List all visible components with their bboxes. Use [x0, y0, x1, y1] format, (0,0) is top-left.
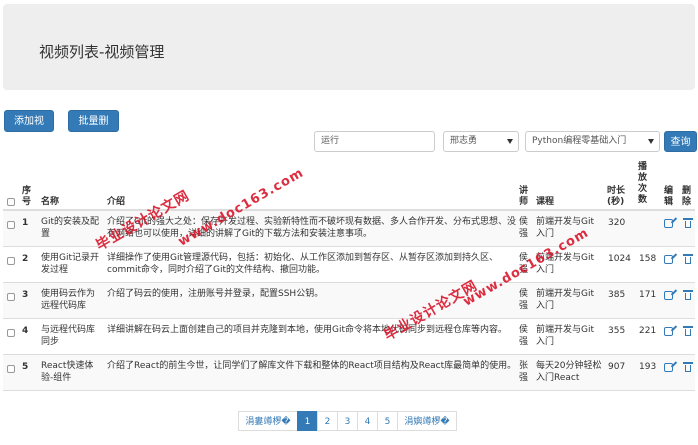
search-input[interactable]: 运行 — [314, 131, 435, 152]
page-2-button[interactable]: 2 — [317, 411, 338, 431]
row-name: 使用码云作为远程代码库 — [41, 289, 96, 311]
table-row: 4 与远程代码库同步 详细讲解在码云上面创建自己的项目并克隆到本地，使用Git命… — [3, 319, 695, 355]
row-duration: 320 — [608, 218, 626, 228]
row-intro: 介绍了Git的强大之处：保存开发过程、实验新特性而不破坏现有数据、多人合作开发、… — [107, 217, 517, 239]
row-plays: 171 — [639, 290, 657, 300]
row-teacher: 侯强 — [519, 289, 529, 311]
prev-page-button[interactable]: 涓婁竴椤� — [238, 411, 298, 431]
header-seq: 序号 — [22, 186, 32, 207]
row-intro: 介绍了React的前生今世，让同学们了解库文件下载和整体的React项目结构及R… — [107, 361, 517, 371]
row-checkbox[interactable] — [7, 365, 15, 373]
query-button[interactable]: 查询 — [664, 131, 697, 152]
header-edit: 编辑 — [664, 186, 674, 207]
table-row: 5 React快速体验-组件 介绍了React的前生今世，让同学们了解库文件下载… — [3, 355, 695, 391]
search-input-value: 运行 — [321, 136, 340, 146]
header-panel: 视频列表-视频管理 — [3, 4, 695, 90]
row-checkbox[interactable] — [7, 329, 15, 337]
add-video-button[interactable]: 添加视频 — [4, 110, 54, 149]
trash-icon[interactable] — [683, 290, 693, 300]
page-4-button[interactable]: 4 — [357, 411, 378, 431]
row-name: 与远程代码库同步 — [41, 325, 96, 347]
header-teacher: 讲师 — [519, 186, 529, 207]
edit-icon[interactable] — [664, 255, 673, 264]
trash-icon[interactable] — [683, 218, 693, 228]
row-intro: 详细讲解在码云上面创建自己的项目并克隆到本地，使用Git命令将本地代码同步到远程… — [107, 325, 508, 335]
row-plays: 221 — [639, 326, 657, 336]
header-delete: 删除 — [682, 186, 692, 207]
row-teacher: 侯强 — [519, 217, 529, 239]
row-plays: 193 — [639, 362, 657, 372]
row-seq: 2 — [22, 254, 29, 264]
row-checkbox[interactable] — [7, 293, 15, 301]
row-seq: 3 — [22, 290, 29, 300]
row-duration: 355 — [608, 326, 626, 336]
page-3-button[interactable]: 3 — [337, 411, 358, 431]
row-seq: 4 — [22, 326, 29, 336]
header-name: 名称 — [41, 197, 60, 207]
trash-icon[interactable] — [683, 362, 693, 372]
course-select-value: Python编程零基础入门 — [532, 136, 627, 146]
page-5-button[interactable]: 5 — [377, 411, 398, 431]
header-course: 课程 — [536, 197, 555, 207]
batch-delete-button[interactable]: 批量删除 — [68, 110, 119, 149]
trash-icon[interactable] — [683, 326, 693, 336]
header-intro: 介绍 — [107, 197, 126, 207]
next-page-button[interactable]: 涓嬩竴椤� — [397, 411, 457, 431]
course-select[interactable]: Python编程零基础入门 — [525, 131, 660, 152]
teacher-select[interactable]: 邢志勇 — [443, 131, 519, 152]
edit-icon[interactable] — [664, 327, 673, 336]
edit-icon[interactable] — [664, 363, 673, 372]
row-teacher: 张强 — [519, 361, 529, 383]
row-duration: 907 — [608, 362, 626, 372]
row-course: 前端开发与Git入门 — [536, 289, 595, 311]
edit-icon[interactable] — [664, 219, 673, 228]
table-row: 2 使用Git记录开发过程 详细操作了使用Git管理源代码，包括：初始化、从工作… — [3, 247, 695, 283]
row-duration: 385 — [608, 290, 626, 300]
page-title: 视频列表-视频管理 — [39, 43, 165, 61]
edit-icon[interactable] — [664, 291, 673, 300]
trash-icon[interactable] — [683, 254, 693, 264]
teacher-select-value: 邢志勇 — [450, 136, 478, 146]
row-course: 每天20分钟轻松入门React — [536, 361, 602, 383]
table-row: 3 使用码云作为远程代码库 介绍了码云的使用，注册账号并登录，配置SSH公钥。 … — [3, 283, 695, 319]
row-duration: 1024 — [608, 254, 631, 264]
pagination: 涓婁竴椤� 1 2 3 4 5 涓嬩竴椤� — [238, 411, 457, 431]
row-seq: 5 — [22, 362, 29, 372]
row-name: React快速体验-组件 — [41, 361, 94, 383]
page-1-button[interactable]: 1 — [297, 411, 318, 431]
row-name: 使用Git记录开发过程 — [41, 253, 100, 275]
row-seq: 1 — [22, 218, 29, 228]
row-teacher: 侯强 — [519, 325, 529, 347]
row-intro: 详细操作了使用Git管理源代码，包括：初始化、从工作区添加到暂存区、从暂存区添加… — [107, 253, 499, 275]
chevron-down-icon — [648, 139, 654, 144]
header-duration: 时长(秒) — [607, 186, 626, 207]
row-checkbox[interactable] — [7, 221, 15, 229]
row-checkbox[interactable] — [7, 257, 15, 265]
header-plays: 播放次数 — [638, 162, 648, 205]
row-course: 前端开发与Git入门 — [536, 325, 595, 347]
row-plays: 158 — [639, 254, 657, 264]
chevron-down-icon — [507, 139, 513, 144]
select-all-checkbox[interactable] — [7, 198, 15, 206]
